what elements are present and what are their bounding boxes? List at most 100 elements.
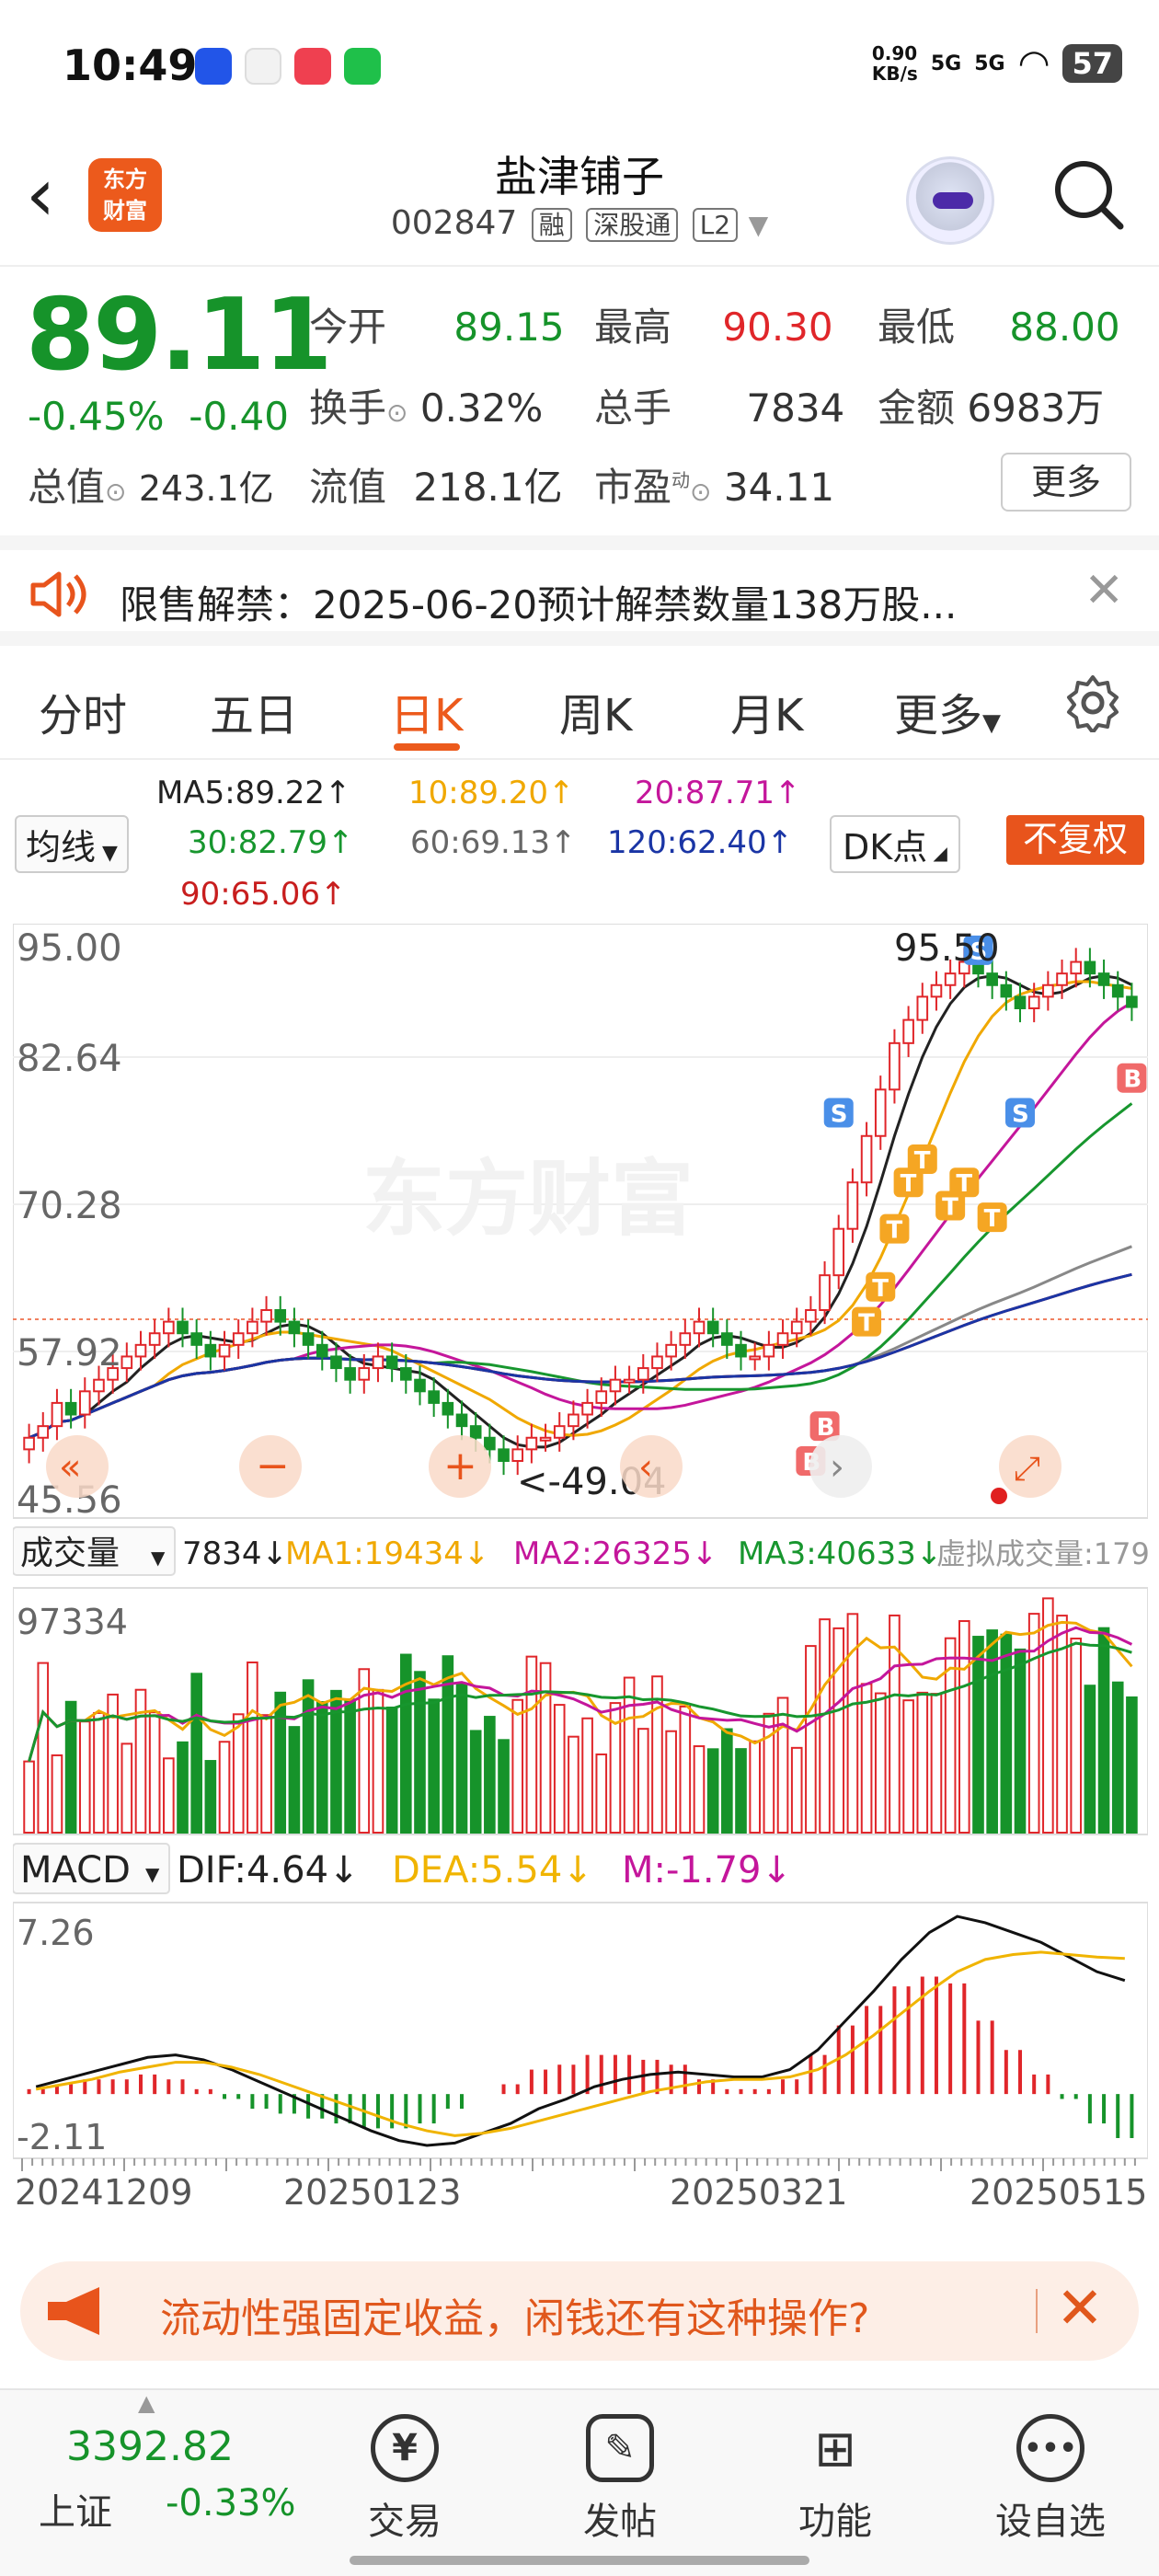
volume-bar — [455, 1683, 468, 1834]
y-tick-4: 57.92 — [17, 1332, 122, 1374]
info-icon[interactable]: ⊙ — [386, 397, 407, 428]
candle-body — [232, 1332, 245, 1346]
indicator-selector[interactable]: 均线 ▼ — [15, 815, 129, 873]
volume-bar — [581, 1717, 593, 1834]
volume-ma2: MA2:26325↓ — [513, 1535, 717, 1572]
candle-body — [944, 972, 957, 986]
candle-body — [889, 1041, 901, 1091]
candle-body — [651, 1355, 663, 1370]
float-value: 218.1亿 — [413, 465, 563, 510]
turnover-label: 换手 — [309, 385, 387, 431]
candle-body — [1097, 972, 1110, 986]
caret-down-icon: ▼ — [96, 842, 118, 865]
tab-monthly-k[interactable]: 月K — [730, 679, 803, 743]
wifi-icon: ◠ — [1017, 42, 1050, 85]
tab-more[interactable]: 更多▼ — [894, 679, 1001, 743]
status-right: 0.90 KB/s 5G 5G ◠ 57 — [872, 42, 1122, 85]
date-label-1: 20241209 — [15, 2172, 192, 2213]
volume-bar — [428, 1698, 440, 1834]
nav-add-watchlist-label: 设自选 — [995, 2501, 1106, 2543]
virtual-volume: 虚拟成交量:17935 — [936, 1536, 1148, 1571]
index-name: 上证 — [39, 2491, 112, 2534]
tab-daily-k[interactable]: 日K — [390, 679, 463, 743]
amount-row: 金额 6983万 — [878, 377, 1104, 433]
volume-max: 97334 — [17, 1602, 128, 1642]
volume-label: 总手 — [594, 385, 672, 431]
tab-intraday[interactable]: 分时 — [39, 679, 127, 743]
candle-body — [749, 1355, 761, 1361]
candle-body — [832, 1227, 845, 1277]
low-value: 88.00 — [1009, 305, 1120, 350]
candle-body — [469, 1425, 482, 1439]
tag-margin: 融 — [531, 208, 572, 242]
candle-body — [247, 1320, 258, 1335]
candle-body — [274, 1308, 287, 1323]
candle-body — [1070, 960, 1083, 975]
volume-bar — [484, 1716, 496, 1834]
plus-icon: + — [443, 1443, 477, 1489]
more-button[interactable]: 更多 — [1001, 453, 1131, 512]
volume-bar — [637, 1728, 649, 1834]
close-icon[interactable]: ✕ — [1084, 563, 1124, 618]
notice-bar[interactable]: 限售解禁：2025-06-20预计解禁数量138万股... ✕ — [0, 535, 1159, 646]
wechat-icon — [344, 48, 381, 85]
candle-body — [344, 1367, 356, 1381]
app-k-icon — [195, 48, 232, 85]
double-left-icon: « — [59, 1446, 81, 1489]
kline-chart[interactable]: 东方财富 SSSTTTTTTTTBBB 95.00 82.64 70.28 57… — [13, 924, 1148, 2239]
candle-body — [330, 1355, 342, 1370]
macd-header: MACD ▼ DIF:4.64↓ DEA:5.54↓ M:-1.79↓ — [13, 1843, 792, 1894]
info-icon[interactable]: ⊙ — [105, 477, 126, 507]
ma-legend: MA5:89.22↑ 10:89.20↑ 20:87.71↑ 均线 ▼ 30:8… — [0, 760, 1159, 916]
turnover-row: 换手⊙ 0.32% — [309, 377, 543, 433]
nav-trade[interactable]: ¥ 交易 — [322, 2414, 488, 2545]
dk-points-selector[interactable]: DK点 ◢ — [830, 815, 960, 873]
volume-bar — [163, 1757, 175, 1834]
settings-gear-icon[interactable] — [1063, 673, 1122, 732]
close-icon[interactable]: ✕ — [1056, 2274, 1104, 2341]
edit-icon: ✎ — [586, 2414, 654, 2482]
volume-bar — [1126, 1696, 1138, 1834]
tab-five-day[interactable]: 五日 — [210, 679, 298, 743]
date-ticks — [21, 2158, 1136, 2171]
adjust-button[interactable]: 不复权 — [1006, 815, 1144, 865]
volume-bar — [1014, 1648, 1027, 1834]
more-dots-icon: ••• — [1016, 2414, 1084, 2482]
macd-min: -2.11 — [17, 2117, 107, 2157]
candle-body — [860, 1134, 873, 1184]
nav-add-watchlist[interactable]: ••• 设自选 — [968, 2414, 1133, 2545]
search-icon[interactable] — [1050, 156, 1124, 230]
volume-bar — [1027, 1613, 1040, 1834]
tab-more-label: 更多 — [894, 690, 983, 742]
candle-body — [511, 1448, 524, 1462]
info-icon[interactable]: ⊙ — [690, 477, 711, 507]
signal-t-label: T — [886, 1217, 902, 1245]
volume-bar — [372, 1688, 384, 1834]
low-row: 最低 88.00 — [878, 296, 1120, 352]
candle-body — [37, 1425, 50, 1439]
candle-body — [665, 1343, 677, 1358]
watermark: 东方财富 — [362, 1151, 694, 1248]
candle-body — [763, 1343, 775, 1358]
left-icon: ‹ — [638, 1446, 653, 1489]
nav-functions[interactable]: ⊞ 功能 — [752, 2414, 918, 2545]
volume-header: 成交量 ▼ 7834↓ MA1:19434↓ MA2:26325↓ MA3:40… — [13, 1526, 1148, 1576]
signal-sell-label: S — [831, 1101, 848, 1129]
nav-post[interactable]: ✎ 发帖 — [537, 2414, 703, 2545]
volume-bar — [218, 1741, 231, 1834]
signal-t-label: T — [914, 1147, 931, 1175]
ma5-value: MA5:89.22↑ — [156, 775, 351, 811]
indicator-selector-label: 均线 — [26, 827, 97, 868]
ad-banner[interactable]: 流动性强固定收益，闲钱还有这种操作? ✕ — [20, 2261, 1139, 2361]
right-icon: › — [830, 1446, 844, 1489]
candle-body — [902, 1018, 914, 1044]
index-value[interactable]: 3392.82 — [66, 2423, 234, 2470]
tab-weekly-k[interactable]: 周K — [559, 679, 632, 743]
volume-selector: 成交量 — [20, 1535, 120, 1572]
candle-body — [1027, 995, 1040, 1009]
assistant-robot-icon[interactable] — [906, 156, 994, 245]
candle-body — [93, 1378, 105, 1393]
volume-bar — [874, 1692, 887, 1834]
shop-icon — [294, 48, 331, 85]
pe-label: 市盈 — [594, 465, 672, 510]
